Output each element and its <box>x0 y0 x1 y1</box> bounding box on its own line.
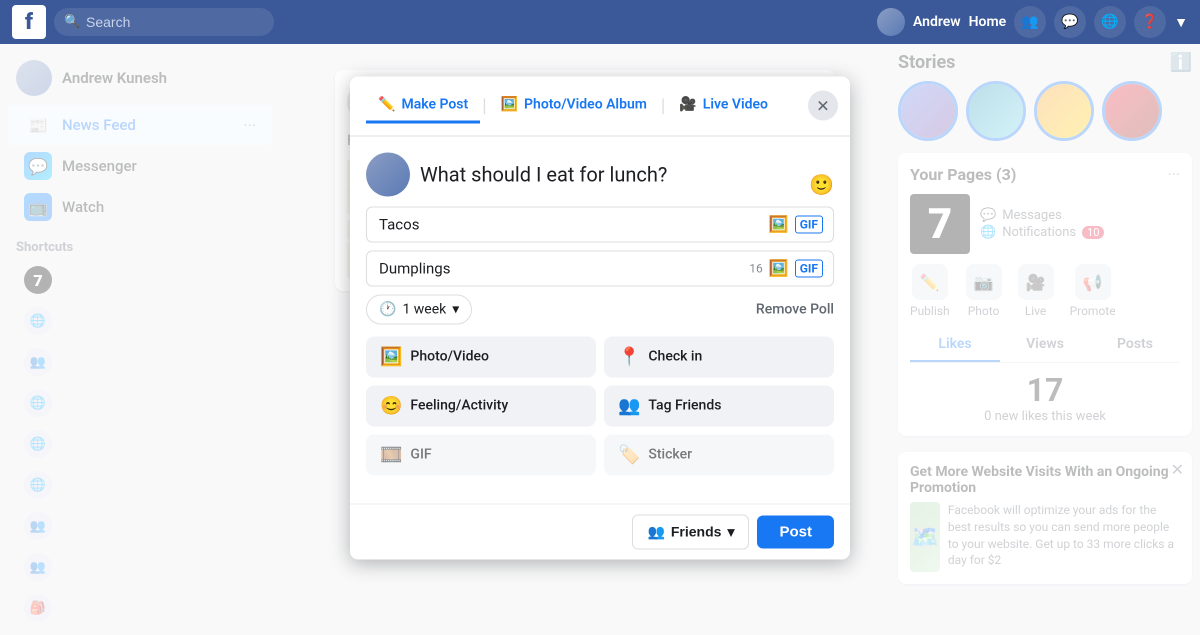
action-gif-label: GIF <box>410 447 431 463</box>
modal-post-input[interactable]: What should I eat for lunch? <box>420 162 799 186</box>
pencil-icon: ✏️ <box>378 96 395 112</box>
friends-icon-btn[interactable]: 👥 <box>1014 6 1046 38</box>
poll-duration-btn[interactable]: 🕐 1 week ▾ <box>366 294 472 324</box>
post-submit-btn[interactable]: Post <box>757 515 834 548</box>
poll-option-2-text: Dumplings <box>379 259 450 277</box>
poll-option-2[interactable]: Dumplings 16 🖼️ GIF <box>366 250 834 286</box>
action-photo-video-btn[interactable]: 🖼️ Photo/Video <box>366 336 596 377</box>
poll-option-1[interactable]: Tacos 🖼️ GIF <box>366 206 834 242</box>
action-sticker-label: Sticker <box>648 447 692 463</box>
help-icon-btn[interactable]: ❓ <box>1134 6 1166 38</box>
audience-selector-btn[interactable]: 👥 Friends ▾ <box>632 514 749 549</box>
action-photo-video-label: Photo/Video <box>410 349 489 365</box>
modal-user-avatar <box>366 152 410 196</box>
gif-icon: 🎞️ <box>380 444 402 465</box>
create-post-modal: ✏️ Make Post | 🖼️ Photo/Video Album | 🎥 … <box>350 76 850 559</box>
action-tag-btn[interactable]: 👥 Tag Friends <box>604 385 834 426</box>
poll-option-2-gif-icon[interactable]: GIF <box>795 259 823 277</box>
poll-option-2-actions: 16 🖼️ GIF <box>749 259 823 278</box>
action-feeling-label: Feeling/Activity <box>410 398 508 414</box>
globe-icon-btn[interactable]: 🌐 <box>1094 6 1126 38</box>
emoji-btn[interactable]: 🙂 <box>809 172 834 196</box>
poll-option-1-text: Tacos <box>379 215 419 233</box>
photo-video-icon: 🖼️ <box>380 346 402 367</box>
modal-close-btn[interactable]: ✕ <box>808 91 838 121</box>
search-icon: 🔍 <box>64 15 80 30</box>
nav-right: Andrew Home 👥 💬 🌐 ❓ ▼ <box>877 6 1188 38</box>
modal-header: ✏️ Make Post | 🖼️ Photo/Video Album | 🎥 … <box>350 76 850 136</box>
action-sticker-btn[interactable]: 🏷️ Sticker <box>604 434 834 475</box>
modal-footer: 👥 Friends ▾ Post <box>350 503 850 559</box>
chevron-audience-icon: ▾ <box>727 523 734 540</box>
poll-option-2-photo-icon[interactable]: 🖼️ <box>769 259 789 278</box>
nav-left: f 🔍 <box>12 5 274 39</box>
tab-live-video[interactable]: 🎥 Live Video <box>667 88 780 123</box>
audience-label: Friends <box>671 524 722 540</box>
poll-char-count: 16 <box>749 261 763 275</box>
tab-live-video-label: Live Video <box>703 96 768 112</box>
chevron-down-icon: ▾ <box>452 301 459 317</box>
poll-footer: 🕐 1 week ▾ Remove Poll <box>366 294 834 324</box>
tab-separator-2: | <box>661 95 665 116</box>
nav-user-name: Andrew <box>913 14 961 30</box>
modal-body: What should I eat for lunch? 🙂 Tacos 🖼️ … <box>350 136 850 503</box>
live-video-icon: 🎥 <box>679 96 696 112</box>
tab-photo-video-label: Photo/Video Album <box>524 96 647 112</box>
modal-avatar-img <box>366 152 410 196</box>
modal-user-row: What should I eat for lunch? 🙂 <box>366 152 834 196</box>
action-gif-btn[interactable]: 🎞️ GIF <box>366 434 596 475</box>
poll-option-1-actions: 🖼️ GIF <box>769 215 823 234</box>
clock-icon: 🕐 <box>379 301 396 317</box>
nav-dropdown-btn[interactable]: ▼ <box>1174 14 1188 31</box>
tab-photo-video[interactable]: 🖼️ Photo/Video Album <box>489 88 659 123</box>
search-wrapper: 🔍 <box>54 8 274 36</box>
action-feeling-btn[interactable]: 😊 Feeling/Activity <box>366 385 596 426</box>
sticker-icon: 🏷️ <box>618 444 640 465</box>
remove-poll-btn[interactable]: Remove Poll <box>756 301 834 317</box>
action-tag-label: Tag Friends <box>648 398 721 414</box>
photo-album-icon: 🖼️ <box>501 96 518 112</box>
poll-option-1-photo-icon[interactable]: 🖼️ <box>769 215 789 234</box>
feeling-icon: 😊 <box>380 395 402 416</box>
action-checkin-label: Check in <box>648 349 702 365</box>
nav-home-link[interactable]: Home <box>969 14 1007 30</box>
tab-separator-1: | <box>482 95 486 116</box>
tab-make-post[interactable]: ✏️ Make Post <box>366 88 480 123</box>
modal-poll: Tacos 🖼️ GIF Dumplings 16 🖼️ GIF 🕐 1 wee… <box>366 206 834 324</box>
search-input[interactable] <box>54 8 274 36</box>
tag-icon: 👥 <box>618 395 640 416</box>
nav-avatar <box>877 8 905 36</box>
facebook-logo: f <box>12 5 46 39</box>
checkin-icon: 📍 <box>618 346 640 367</box>
tab-make-post-label: Make Post <box>401 96 468 112</box>
friends-audience-icon: 👥 <box>647 523 664 540</box>
poll-duration-label: 1 week <box>402 301 446 317</box>
action-checkin-btn[interactable]: 📍 Check in <box>604 336 834 377</box>
poll-option-1-gif-icon[interactable]: GIF <box>795 215 823 233</box>
top-navigation: f 🔍 Andrew Home 👥 💬 🌐 ❓ ▼ <box>0 0 1200 44</box>
messenger-icon-btn[interactable]: 💬 <box>1054 6 1086 38</box>
modal-actions-grid: 🖼️ Photo/Video 📍 Check in 😊 Feeling/Acti… <box>366 336 834 475</box>
